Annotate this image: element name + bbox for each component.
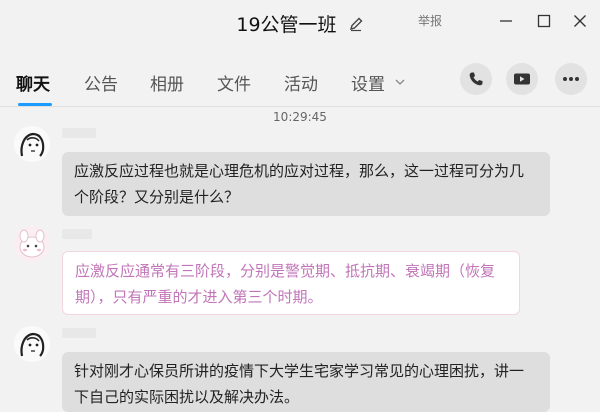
window-title: 19公管一班: [236, 14, 337, 36]
title-bar: 19公管一班 举报: [0, 0, 600, 46]
message-bubble[interactable]: 应激反应通常有三阶段，分别是警觉期、抵抗期、衰竭期（恢复期），只有严重的才进入第…: [62, 251, 520, 315]
tab-announcement[interactable]: 公告: [84, 70, 118, 95]
header-divider: [0, 106, 600, 107]
tab-files[interactable]: 文件: [217, 70, 251, 95]
avatar[interactable]: [14, 226, 50, 262]
edit-icon[interactable]: [348, 16, 364, 32]
sender-name-blurred: [62, 328, 96, 338]
sender-name-blurred: [62, 229, 92, 239]
avatar[interactable]: [14, 126, 50, 162]
chevron-down-icon[interactable]: [395, 75, 405, 89]
sender-name-blurred: [62, 128, 96, 138]
minimize-icon[interactable]: [497, 12, 515, 30]
phone-icon[interactable]: [460, 63, 492, 95]
avatar[interactable]: [14, 326, 50, 362]
more-icon[interactable]: [555, 63, 587, 95]
tab-album[interactable]: 相册: [150, 70, 184, 95]
close-icon[interactable]: [571, 12, 589, 30]
tab-settings[interactable]: 设置: [351, 70, 385, 95]
report-link[interactable]: 举报: [418, 12, 442, 29]
message-bubble[interactable]: 应激反应过程也就是心理危机的应对过程，那么，这一过程可分为几个阶段？又分别是什么…: [62, 152, 550, 216]
message-bubble[interactable]: 针对刚才心保员所讲的疫情下大学生宅家学习常见的心理困扰，讲一下自己的实际困扰以及…: [62, 352, 550, 412]
message-timestamp: 10:29:45: [273, 110, 327, 124]
maximize-icon[interactable]: [535, 12, 553, 30]
tab-activity[interactable]: 活动: [284, 70, 318, 95]
tab-chat[interactable]: 聊天: [16, 70, 50, 95]
video-icon[interactable]: [506, 63, 538, 95]
